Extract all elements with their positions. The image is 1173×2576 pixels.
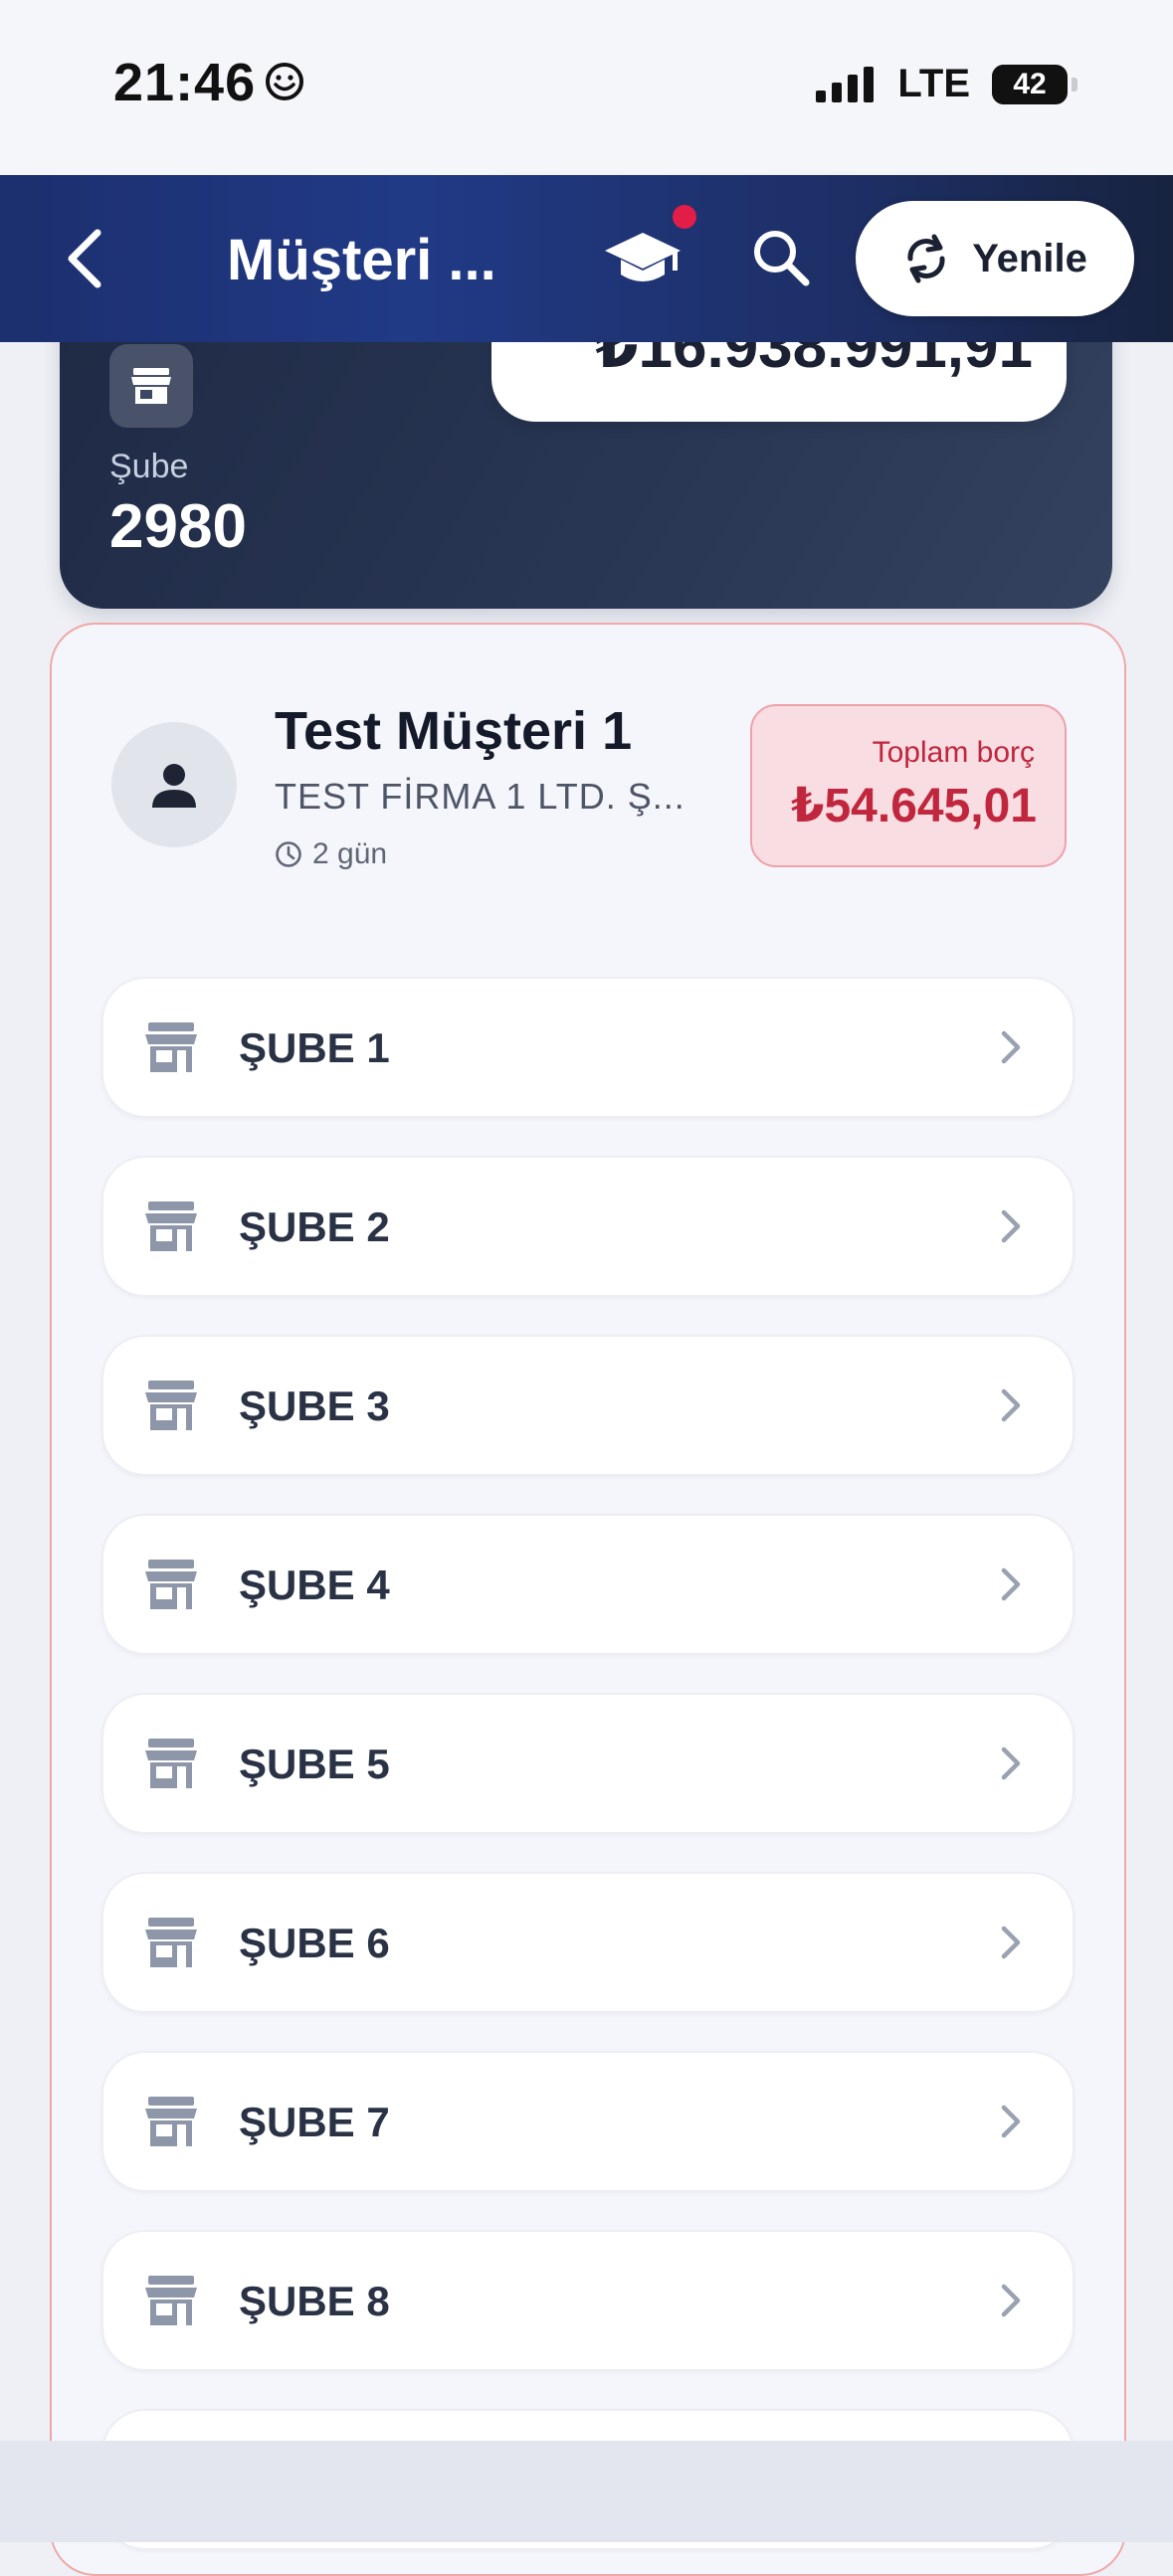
refresh-icon	[907, 234, 945, 283]
battery-level: 42	[1013, 67, 1047, 100]
chevron-right-icon	[999, 2103, 1023, 2140]
branch-name: ŞUBE 3	[239, 1382, 390, 1429]
branch-count: 2980	[109, 492, 247, 561]
battery-icon: 42	[992, 64, 1068, 104]
branch-item[interactable]: ŞUBE 7	[101, 2051, 1075, 2192]
chevron-right-icon	[999, 1565, 1023, 1603]
last-activity: 2 gün	[275, 837, 387, 871]
branch-item[interactable]: ŞUBE 8	[101, 2230, 1075, 2371]
store-icon	[145, 1380, 197, 1430]
customer-name: Test Müşteri 1	[275, 701, 633, 761]
chevron-right-icon	[999, 1207, 1023, 1245]
debt-value: ₺54.645,01	[791, 780, 1037, 832]
signal-icon	[816, 66, 875, 102]
branch-name: ŞUBE 8	[239, 2278, 390, 2324]
branch-item[interactable]: ŞUBE 6	[101, 1872, 1075, 2013]
branch-item[interactable]: ŞUBE 5	[101, 1693, 1075, 1834]
back-button[interactable]	[56, 223, 115, 294]
store-icon	[145, 1739, 197, 1788]
store-icon	[145, 1560, 197, 1609]
status-bar: 21:46 LTE 42	[0, 0, 1173, 175]
store-icon	[145, 1022, 197, 1072]
branch-name: ŞUBE 2	[239, 1203, 390, 1250]
status-time: 21:46	[113, 53, 257, 112]
chevron-right-icon	[999, 1028, 1023, 1066]
refresh-button[interactable]: Yenile	[856, 201, 1134, 316]
branch-name: ŞUBE 5	[239, 1741, 390, 1787]
page-title: Müşteri ...	[227, 228, 496, 292]
store-icon	[145, 2097, 197, 2146]
chevron-right-icon	[999, 1745, 1023, 1782]
customer-card[interactable]: Test Müşteri 1 TEST FİRMA 1 LTD. Ş... 2 …	[50, 623, 1126, 2576]
total-debt-box: Toplam borç ₺54.645,01	[750, 704, 1067, 867]
branch-name: ŞUBE 1	[239, 1024, 390, 1071]
store-icon	[109, 344, 193, 428]
branch-name: ŞUBE 6	[239, 1920, 390, 1966]
top-app-bar: Müşteri ... Yenile	[0, 175, 1173, 342]
customer-company: TEST FİRMA 1 LTD. Ş...	[275, 776, 685, 817]
branch-item[interactable]: ŞUBE 4	[101, 1514, 1075, 1655]
refresh-label: Yenile	[972, 236, 1087, 280]
search-icon[interactable]	[750, 227, 812, 288]
branch-item[interactable]: ŞUBE 2	[101, 1156, 1075, 1297]
debt-label: Toplam borç	[872, 736, 1035, 769]
branch-item[interactable]: ŞUBE 3	[101, 1335, 1075, 1476]
bottom-safe-area	[0, 2441, 1173, 2542]
user-icon	[152, 764, 196, 808]
last-activity-text: 2 gün	[312, 837, 388, 870]
chevron-right-icon	[999, 1386, 1023, 1424]
chevron-right-icon	[999, 2282, 1023, 2319]
network-type: LTE	[897, 62, 970, 105]
store-icon	[145, 1918, 197, 1967]
branch-label: Şube	[109, 448, 189, 485]
store-icon	[145, 1201, 197, 1251]
notification-badge	[673, 205, 696, 229]
summary-card: ₺16.938.991,91 Şube 2980	[60, 179, 1112, 609]
smiley-icon	[266, 63, 303, 100]
store-icon	[145, 2276, 197, 2325]
avatar	[111, 722, 237, 847]
chevron-right-icon	[999, 1924, 1023, 1961]
clock-icon	[276, 841, 301, 867]
graduation-cap-icon[interactable]	[601, 217, 684, 300]
branch-name: ŞUBE 4	[239, 1562, 390, 1608]
branch-name: ŞUBE 7	[239, 2099, 390, 2145]
branch-item[interactable]: ŞUBE 1	[101, 977, 1075, 1118]
